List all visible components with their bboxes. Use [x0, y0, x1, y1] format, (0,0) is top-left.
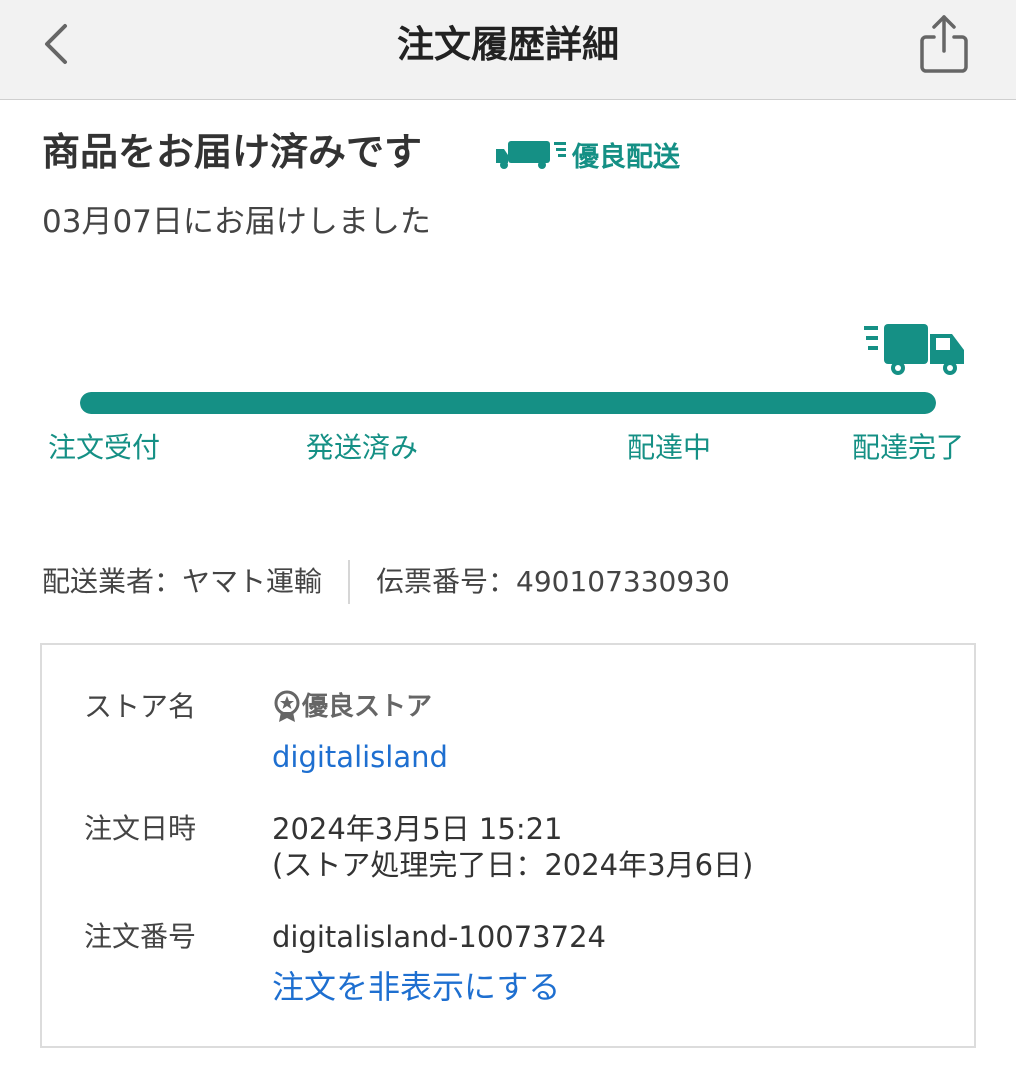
carrier-text: 配送業者：ヤマト運輸: [42, 565, 323, 598]
order-info-card: ストア名 優良ストア digitalisland 注文日時 2024年3月5日 …: [40, 643, 976, 1048]
nav-header: 注文履歴詳細: [0, 0, 1016, 100]
delivery-truck-icon: [864, 324, 964, 375]
step-order-received: 注文受付: [48, 431, 161, 464]
delivery-progress-bar: [80, 392, 936, 414]
delivery-status-title: 商品をお届け済みです: [42, 130, 423, 174]
store-badge-label: 優良ストア: [302, 692, 433, 722]
order-date-label: 注文日時: [84, 812, 197, 845]
order-number-label: 注文番号: [84, 920, 197, 953]
delivery-date-text: 03月07日にお届けしました: [42, 204, 431, 240]
tracking-number[interactable]: 伝票番号：490107330930: [376, 560, 730, 604]
step-delivered: 配達完了: [852, 431, 965, 464]
store-name-label: ストア名: [84, 690, 197, 723]
store-badge: 優良ストア: [272, 689, 432, 725]
step-in-delivery: 配達中: [627, 431, 712, 464]
hide-order-link[interactable]: 注文を非表示にする: [272, 967, 560, 1007]
delivery-progress-fill: [80, 392, 936, 414]
excellent-delivery-badge: 優良配送: [492, 134, 680, 174]
delivery-truck-icon: [496, 141, 566, 169]
shipping-info: 配送業者：ヤマト運輸 伝票番号：490107330930: [42, 560, 730, 604]
order-date-value: 2024年3月5日 15:21: [272, 812, 563, 846]
page-title: 注文履歴詳細: [397, 23, 619, 66]
badge-label: 優良配送: [572, 141, 680, 173]
share-button[interactable]: [912, 10, 976, 78]
share-icon: [920, 15, 968, 73]
order-number-value: digitalisland-10073724: [272, 920, 606, 954]
store-processed-date: (ストア処理完了日：2024年3月6日): [272, 848, 754, 882]
award-star-icon: [274, 690, 300, 722]
divider: [348, 560, 351, 604]
step-shipped: 発送済み: [306, 431, 419, 464]
store-name-link[interactable]: digitalisland: [272, 739, 448, 775]
